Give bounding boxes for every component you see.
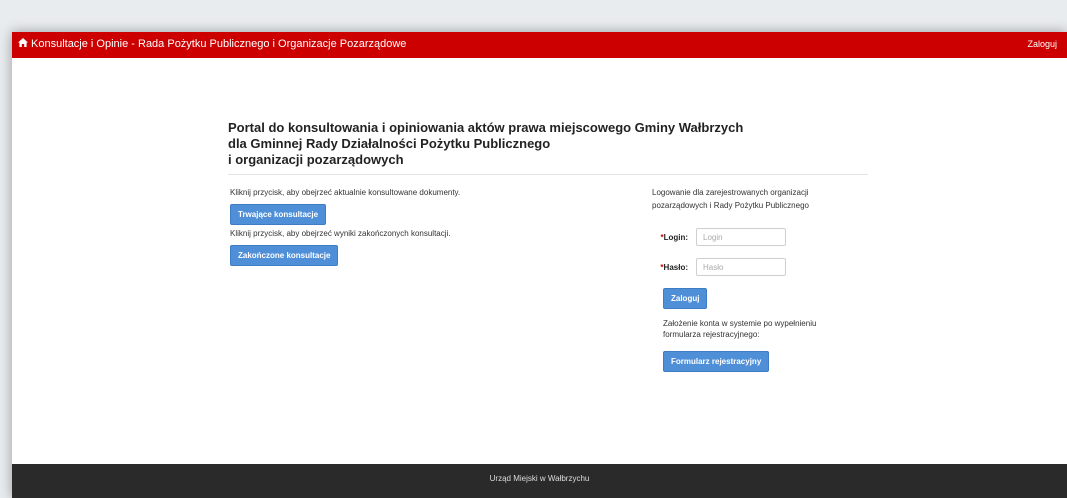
register-form-button[interactable]: Formularz rejestracyjny <box>663 351 770 372</box>
password-input[interactable] <box>696 258 786 276</box>
page-title: Portal do konsultowania i opiniowania ak… <box>228 120 868 175</box>
footer: Urząd Miejski w Wałbrzychu <box>12 464 1067 498</box>
navbar-login-link[interactable]: Zaloguj <box>1027 39 1057 49</box>
consultations-panel: Kliknij przycisk, aby obejrzeć aktualnie… <box>230 188 460 266</box>
login-label: *Login: <box>660 232 688 242</box>
current-consultations-info: Kliknij przycisk, aby obejrzeć aktualnie… <box>230 188 461 197</box>
login-row: *Login: <box>652 228 786 246</box>
brand-link[interactable]: Konsultacje i Opinie - Rada Pożytku Publ… <box>18 38 406 50</box>
page-title-line-2: dla Gminnej Rady Działalności Pożytku Pu… <box>228 136 551 151</box>
login-panel: Logowanie dla zarejestrowanych organizac… <box>652 186 872 372</box>
login-submit-button[interactable]: Zaloguj <box>663 288 708 309</box>
finished-consultations-button[interactable]: Zakończone konsultacje <box>230 245 339 266</box>
page-title-line-3: i organizacji pozarządowych <box>228 152 404 167</box>
footer-text: Urząd Miejski w Wałbrzychu <box>489 474 590 483</box>
browser-page: Konsultacje i Opinie - Rada Pożytku Publ… <box>12 32 1067 498</box>
login-input[interactable] <box>696 228 786 246</box>
main-content: Portal do konsultowania i opiniowania ak… <box>12 58 1067 464</box>
brand-title: Konsultacje i Opinie - Rada Pożytku Publ… <box>31 38 407 50</box>
password-label: *Hasło: <box>660 262 688 272</box>
page-title-line-1: Portal do konsultowania i opiniowania ak… <box>228 120 744 135</box>
top-navbar: Konsultacje i Opinie - Rada Pożytku Publ… <box>12 32 1067 58</box>
password-row: *Hasło: <box>652 258 786 276</box>
home-icon <box>18 38 28 50</box>
login-intro: Logowanie dla zarejestrowanych organizac… <box>652 188 809 210</box>
finished-consultations-info: Kliknij przycisk, aby obejrzeć wyniki za… <box>230 229 451 238</box>
register-info: Założenie konta w systemie po wypełnieni… <box>663 319 817 339</box>
current-consultations-button[interactable]: Trwające konsultacje <box>230 204 327 225</box>
